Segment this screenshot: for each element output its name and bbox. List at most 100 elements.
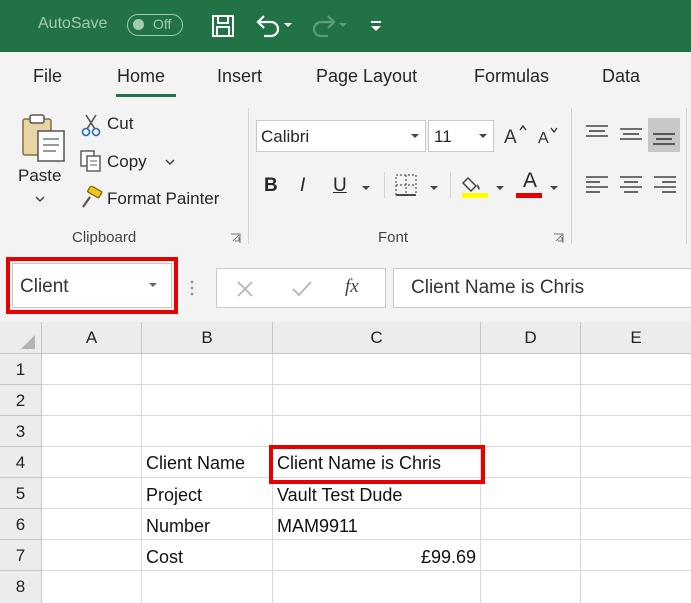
font-size-dropdown-icon[interactable] [477, 131, 489, 141]
name-box[interactable]: Client [12, 263, 172, 308]
toggle-knob [133, 19, 144, 30]
increase-font-size-icon[interactable]: A [503, 123, 529, 147]
gridline [42, 415, 691, 416]
gridline [42, 570, 691, 571]
font-group-label: Font [378, 229, 409, 246]
tab-formulas[interactable]: Formulas [474, 66, 549, 87]
font-separator [384, 172, 385, 198]
bold-button[interactable]: B [264, 175, 278, 197]
row-header-3[interactable]: 3 [0, 416, 42, 447]
tab-file[interactable]: File [33, 66, 62, 87]
row-header-2[interactable]: 2 [0, 385, 42, 416]
column-header-d[interactable]: D [481, 322, 581, 354]
formula-buttons: fx [216, 268, 386, 308]
name-box-value: Client [20, 276, 69, 297]
underline-button[interactable]: U [333, 175, 347, 197]
top-align-icon[interactable] [584, 122, 610, 144]
row-header-6[interactable]: 6 [0, 509, 42, 540]
fill-color-icon[interactable] [460, 170, 490, 200]
column-header-b[interactable]: B [142, 322, 273, 354]
font-size-value: 11 [434, 127, 452, 146]
decrease-font-size-icon[interactable]: A [537, 125, 561, 147]
tab-home[interactable]: Home [117, 66, 165, 87]
gridline [141, 354, 142, 603]
bottom-align-button[interactable] [648, 118, 680, 152]
toggle-state: Off [153, 16, 172, 32]
undo-icon[interactable] [254, 13, 294, 39]
underline-dropdown-icon[interactable] [360, 183, 372, 193]
paste-button[interactable]: Paste [18, 166, 61, 186]
format-painter-button[interactable]: Format Painter [107, 189, 219, 209]
cancel-icon[interactable] [235, 279, 255, 299]
paste-icon[interactable] [20, 111, 68, 163]
tab-page-layout[interactable]: Page Layout [316, 66, 417, 87]
bottom-align-icon [653, 133, 675, 145]
gridline [42, 508, 691, 509]
cell-c5[interactable]: Vault Test Dude [277, 485, 402, 506]
copy-button[interactable]: Copy [107, 152, 147, 172]
selected-cell-highlight [269, 445, 485, 484]
font-color-swatch [516, 193, 542, 198]
column-header-a[interactable]: A [42, 322, 142, 354]
align-center-icon[interactable] [618, 173, 644, 197]
cut-icon[interactable] [80, 113, 102, 137]
group-separator [571, 108, 572, 244]
cell-c6[interactable]: MAM9911 [277, 516, 358, 537]
cell-b4[interactable]: Client Name [146, 453, 245, 474]
copy-dropdown-icon[interactable] [164, 157, 176, 167]
cut-button[interactable]: Cut [107, 114, 133, 134]
cell-b6[interactable]: Number [146, 516, 210, 537]
autosave-label: AutoSave [38, 15, 108, 32]
fill-color-dropdown-icon[interactable] [494, 183, 506, 193]
save-icon[interactable] [210, 13, 236, 39]
customize-toolbar-icon[interactable] [368, 17, 384, 33]
autosave-toggle[interactable]: Off [127, 14, 183, 36]
font-name-combo[interactable]: Calibri [256, 120, 426, 152]
gridline [42, 539, 691, 540]
row-header-8[interactable]: 8 [0, 571, 42, 603]
row-header-7[interactable]: 7 [0, 540, 42, 571]
borders-dropdown-icon[interactable] [428, 183, 440, 193]
svg-text:A: A [504, 127, 517, 147]
select-all-corner[interactable] [0, 322, 42, 354]
formula-bar-grip-icon[interactable] [188, 278, 196, 298]
select-all-icon [21, 335, 35, 349]
font-color-dropdown-icon[interactable] [548, 183, 560, 193]
gridline [42, 384, 691, 385]
italic-button[interactable]: I [300, 175, 305, 197]
row-header-4[interactable]: 4 [0, 447, 42, 478]
align-right-icon[interactable] [652, 173, 678, 197]
copy-icon[interactable] [79, 149, 103, 173]
formula-text: Client Name is Chris [411, 277, 585, 298]
enter-icon[interactable] [291, 279, 313, 299]
clipboard-group-label: Clipboard [72, 229, 137, 246]
column-header-e[interactable]: E [581, 322, 691, 354]
redo-icon[interactable] [308, 13, 348, 39]
format-painter-icon[interactable] [79, 186, 103, 210]
tab-data[interactable]: Data [602, 66, 640, 87]
font-separator [450, 172, 451, 198]
borders-icon[interactable] [393, 172, 419, 198]
cell-b7[interactable]: Cost [146, 547, 183, 568]
cell-c7[interactable]: £99.69 [277, 547, 476, 568]
font-launcher-icon[interactable] [553, 233, 564, 244]
middle-align-icon[interactable] [618, 122, 644, 144]
font-name-dropdown-icon[interactable] [409, 131, 421, 141]
clipboard-launcher-icon[interactable] [230, 233, 241, 244]
gridline [580, 354, 581, 603]
paste-dropdown-icon[interactable] [34, 194, 46, 204]
cell-b5[interactable]: Project [146, 485, 202, 506]
row-header-1[interactable]: 1 [0, 354, 42, 385]
group-separator [248, 108, 249, 244]
tab-insert[interactable]: Insert [217, 66, 262, 87]
formula-input[interactable]: Client Name is Chris [393, 268, 691, 308]
align-left-icon[interactable] [584, 173, 610, 197]
column-header-c[interactable]: C [273, 322, 481, 354]
font-color-button[interactable]: A [516, 169, 544, 193]
insert-function-button[interactable]: fx [345, 276, 359, 298]
row-header-5[interactable]: 5 [0, 478, 42, 509]
font-size-combo[interactable]: 11 [428, 120, 494, 152]
active-tab-indicator [116, 94, 176, 97]
font-name-value: Calibri [261, 127, 310, 146]
name-box-dropdown-icon[interactable] [147, 280, 159, 290]
